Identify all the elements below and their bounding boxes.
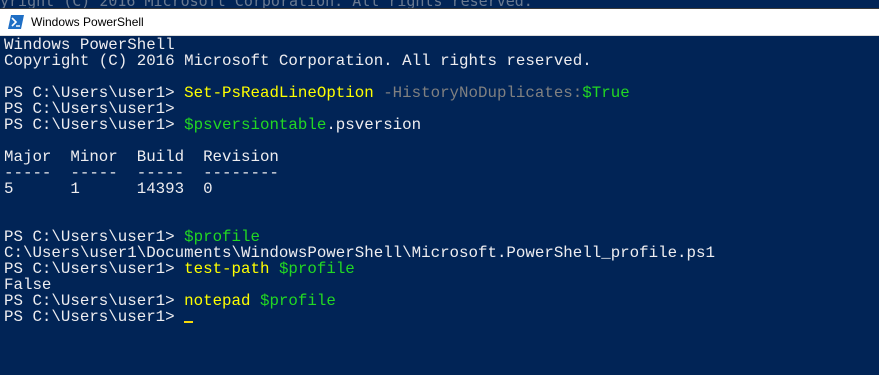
powershell-window[interactable]: Windows PowerShell Windows PowerShell Co…: [0, 8, 879, 375]
table-header: Major Minor Build Revision: [4, 148, 279, 166]
console-line: PS C:\Users\user1> notepad $profile: [4, 293, 876, 309]
parameter-text: -HistoryNoDuplicates:: [373, 84, 583, 102]
console-output[interactable]: Windows PowerShell Copyright (C) 2016 Mi…: [4, 37, 876, 374]
background-window-text: yright (C) 2016 Microsoft Corporation. A…: [0, 0, 879, 8]
variable-text: $profile: [259, 292, 336, 310]
table-row: 5 1 14393 0: [4, 180, 213, 198]
member-text: .psversion: [326, 116, 422, 134]
console-line: Windows PowerShell: [4, 37, 175, 54]
powershell-icon: [8, 15, 24, 29]
console-line: Copyright (C) 2016 Microsoft Corporation…: [4, 52, 592, 70]
variable-text: $psversiontable: [184, 116, 327, 134]
console-line: PS C:\Users\user1> $profile: [4, 229, 876, 245]
input-line[interactable]: PS C:\Users\user1>: [4, 309, 876, 325]
console-line: PS C:\Users\user1> test-path $profile: [4, 261, 876, 277]
command-text: test-path: [184, 260, 270, 278]
text-cursor: [184, 321, 194, 323]
console-line: PS C:\Users\user1>: [4, 100, 175, 118]
console-line: PS C:\Users\user1> $psversiontable.psver…: [4, 117, 876, 133]
command-text: notepad: [184, 292, 251, 310]
title-bar[interactable]: Windows PowerShell: [0, 9, 879, 36]
console-line: PS C:\Users\user1> Set-PsReadLineOption …: [4, 85, 876, 101]
table-separator: ----- ----- ----- --------: [4, 164, 279, 182]
console-line: C:\Users\user1\Documents\WindowsPowerShe…: [4, 244, 715, 262]
prompt: PS C:\Users\user1>: [4, 308, 185, 326]
variable-text: $profile: [278, 260, 355, 278]
command-text: Set-PsReadLineOption: [184, 84, 374, 102]
variable-text: $True: [582, 84, 630, 102]
window-title: Windows PowerShell: [31, 15, 144, 29]
console-line: False: [4, 276, 52, 294]
prompt: PS C:\Users\user1>: [4, 116, 185, 134]
